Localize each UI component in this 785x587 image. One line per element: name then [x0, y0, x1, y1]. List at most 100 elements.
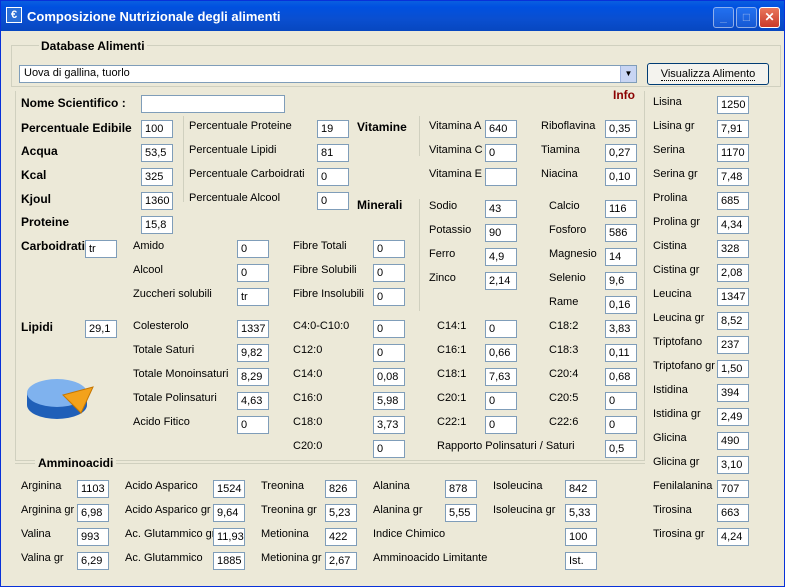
- alanina-field[interactable]: 878: [445, 480, 477, 498]
- serina-field[interactable]: 1170: [717, 144, 749, 162]
- magnesio-field[interactable]: 14: [605, 248, 637, 266]
- title-bar[interactable]: € Composizione Nutrizionale degli alimen…: [1, 1, 784, 31]
- ac-glutammico-gr-field[interactable]: 11,93: [213, 528, 245, 546]
- prolina-field[interactable]: 685: [717, 192, 749, 210]
- lisina-field[interactable]: 1250: [717, 96, 749, 114]
- ferro-field[interactable]: 4,9: [485, 248, 517, 266]
- isoleucina-field[interactable]: 842: [565, 480, 597, 498]
- amminoacido-limitante-field[interactable]: Ist.: [565, 552, 597, 570]
- glicina-field[interactable]: 490: [717, 432, 749, 450]
- selenio-field[interactable]: 9,6: [605, 272, 637, 290]
- leucina-gr-field[interactable]: 8,52: [717, 312, 749, 330]
- c20-1-field[interactable]: 0: [485, 392, 517, 410]
- c18-1-field[interactable]: 7,63: [485, 368, 517, 386]
- isoleucina-gr-field[interactable]: 5,33: [565, 504, 597, 522]
- fibre-insolubili-field[interactable]: 0: [373, 288, 405, 306]
- istidina-field[interactable]: 394: [717, 384, 749, 402]
- nome-scientifico-field[interactable]: [141, 95, 285, 113]
- visualizza-alimento-button[interactable]: Visualizza Alimento: [647, 63, 769, 85]
- metionina-gr-field[interactable]: 2,67: [325, 552, 357, 570]
- c18-2-field[interactable]: 3,83: [605, 320, 637, 338]
- close-button[interactable]: ✕: [759, 7, 780, 28]
- acido-asparico-gr-field[interactable]: 9,64: [213, 504, 245, 522]
- perc-carboidrati-field[interactable]: 0: [317, 168, 349, 186]
- prolina-gr-field[interactable]: 4,34: [717, 216, 749, 234]
- vitamina-a-field[interactable]: 640: [485, 120, 517, 138]
- c12-0-field[interactable]: 0: [373, 344, 405, 362]
- fosforo-field[interactable]: 586: [605, 224, 637, 242]
- zuccheri-field[interactable]: tr: [237, 288, 269, 306]
- fenilalanina-field[interactable]: 707: [717, 480, 749, 498]
- food-select[interactable]: Uova di gallina, tuorlo ▼: [19, 65, 637, 83]
- leucina-field[interactable]: 1347: [717, 288, 749, 306]
- indice-chimico-field[interactable]: 100: [565, 528, 597, 546]
- metionina-field[interactable]: 422: [325, 528, 357, 546]
- valina-field[interactable]: 993: [77, 528, 109, 546]
- tirosina-field[interactable]: 663: [717, 504, 749, 522]
- treonina-gr-field[interactable]: 5,23: [325, 504, 357, 522]
- proteine-field[interactable]: 15,8: [141, 216, 173, 234]
- arginina-gr-field[interactable]: 6,98: [77, 504, 109, 522]
- arginina-field[interactable]: 1103: [77, 480, 109, 498]
- maximize-button[interactable]: □: [736, 7, 757, 28]
- kjoul-field[interactable]: 1360: [141, 192, 173, 210]
- vitamina-e-field[interactable]: [485, 168, 517, 186]
- totale-saturi-field[interactable]: 9,82: [237, 344, 269, 362]
- vitamina-c-field[interactable]: 0: [485, 144, 517, 162]
- carboidrati-field[interactable]: tr: [85, 240, 117, 258]
- tirosina-gr-field[interactable]: 4,24: [717, 528, 749, 546]
- serina-gr-field[interactable]: 7,48: [717, 168, 749, 186]
- sodio-field[interactable]: 43: [485, 200, 517, 218]
- c16-1-field[interactable]: 0,66: [485, 344, 517, 362]
- colesterolo-field[interactable]: 1337: [237, 320, 269, 338]
- c18-0-field[interactable]: 3,73: [373, 416, 405, 434]
- amido-field[interactable]: 0: [237, 240, 269, 258]
- totale-monoinsaturi-field[interactable]: 8,29: [237, 368, 269, 386]
- c22-1-field[interactable]: 0: [485, 416, 517, 434]
- lisina-gr-field[interactable]: 7,91: [717, 120, 749, 138]
- acqua-field[interactable]: 53,5: [141, 144, 173, 162]
- istidina-gr-field[interactable]: 2,49: [717, 408, 749, 426]
- minimize-button[interactable]: _: [713, 7, 734, 28]
- alcool-field[interactable]: 0: [237, 264, 269, 282]
- c14-0-field[interactable]: 0,08: [373, 368, 405, 386]
- c14-1-field[interactable]: 0: [485, 320, 517, 338]
- zinco-field[interactable]: 2,14: [485, 272, 517, 290]
- c20-0-field[interactable]: 0: [373, 440, 405, 458]
- calcio-field[interactable]: 116: [605, 200, 637, 218]
- c22-6-field[interactable]: 0: [605, 416, 637, 434]
- app-icon[interactable]: €: [6, 7, 22, 23]
- ac-glutammico-field[interactable]: 1885: [213, 552, 245, 570]
- rame-field[interactable]: 0,16: [605, 296, 637, 314]
- fibre-totali-field[interactable]: 0: [373, 240, 405, 258]
- acido-fitico-field[interactable]: 0: [237, 416, 269, 434]
- kcal-field[interactable]: 325: [141, 168, 173, 186]
- fibre-solubili-field[interactable]: 0: [373, 264, 405, 282]
- c16-0-field[interactable]: 5,98: [373, 392, 405, 410]
- c20-5-field[interactable]: 0: [605, 392, 637, 410]
- lipidi-field[interactable]: 29,1: [85, 320, 117, 338]
- niacina-field[interactable]: 0,10: [605, 168, 637, 186]
- percentuale-edibile-field[interactable]: 100: [141, 120, 173, 138]
- c4-c10-field[interactable]: 0: [373, 320, 405, 338]
- cistina-gr-field[interactable]: 2,08: [717, 264, 749, 282]
- perc-lipidi-field[interactable]: 81: [317, 144, 349, 162]
- c18-3-field[interactable]: 0,11: [605, 344, 637, 362]
- valina-gr-field[interactable]: 6,29: [77, 552, 109, 570]
- cistina-field[interactable]: 328: [717, 240, 749, 258]
- triptofano-gr-field[interactable]: 1,50: [717, 360, 749, 378]
- treonina-field[interactable]: 826: [325, 480, 357, 498]
- rapporto-field[interactable]: 0,5: [605, 440, 637, 458]
- tiamina-field[interactable]: 0,27: [605, 144, 637, 162]
- acido-asparico-field[interactable]: 1524: [213, 480, 245, 498]
- dropdown-arrow-icon[interactable]: ▼: [620, 66, 636, 82]
- alanina-gr-field[interactable]: 5,55: [445, 504, 477, 522]
- totale-polinsaturi-field[interactable]: 4,63: [237, 392, 269, 410]
- perc-alcool-field[interactable]: 0: [317, 192, 349, 210]
- perc-proteine-field[interactable]: 19: [317, 120, 349, 138]
- potassio-field[interactable]: 90: [485, 224, 517, 242]
- riboflavina-field[interactable]: 0,35: [605, 120, 637, 138]
- triptofano-field[interactable]: 237: [717, 336, 749, 354]
- c20-4-field[interactable]: 0,68: [605, 368, 637, 386]
- glicina-gr-field[interactable]: 3,10: [717, 456, 749, 474]
